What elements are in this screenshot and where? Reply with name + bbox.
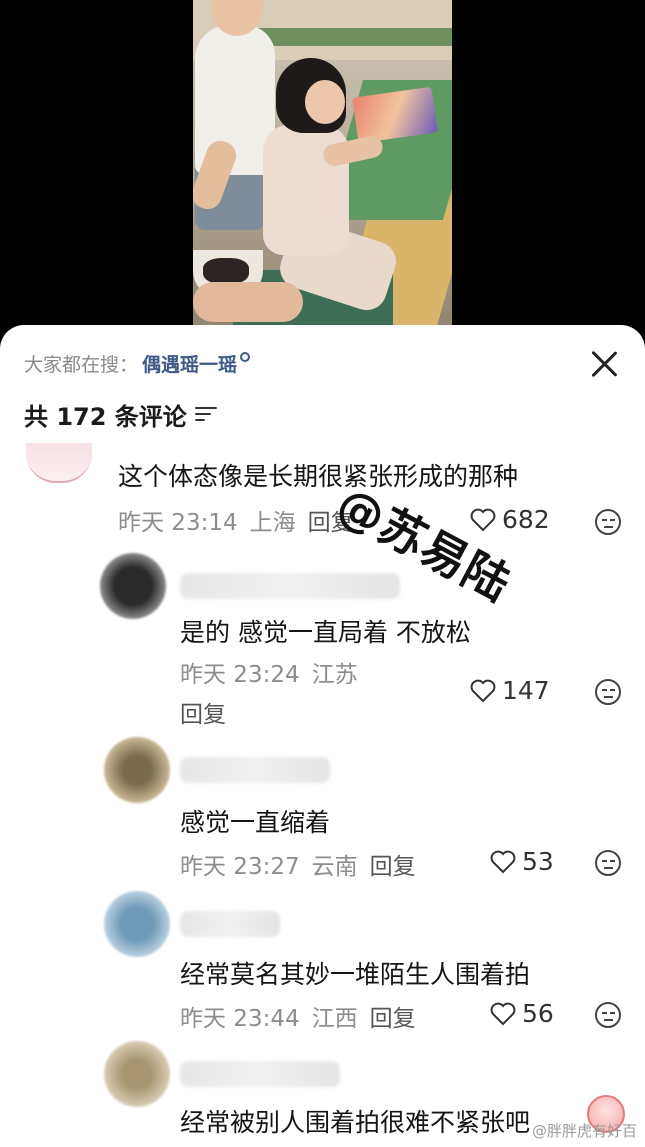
comment-meta: 昨天 23:14 上海 回复 <box>118 503 354 537</box>
like-button[interactable]: 682 <box>470 505 550 534</box>
avatar[interactable] <box>100 553 166 619</box>
dislike-icon[interactable] <box>595 1002 621 1028</box>
avatar[interactable] <box>104 891 170 957</box>
comment-text: 经常莫名其妙一堆陌生人围着拍 <box>180 960 531 989</box>
dislike-icon[interactable] <box>595 850 621 876</box>
heart-icon <box>490 1002 516 1025</box>
comment-text: 感觉一直缩着 <box>180 808 331 837</box>
dislike-icon[interactable] <box>595 679 621 705</box>
like-count: 682 <box>502 505 550 534</box>
reply-button[interactable]: 回复 <box>370 999 416 1033</box>
like-button[interactable]: 56 <box>490 999 554 1028</box>
dessert-jelly <box>203 258 249 284</box>
comment-item: 是的 感觉一直局着 不放松 昨天 23:24 江苏 回复 147 <box>0 553 645 733</box>
close-icon[interactable] <box>589 349 619 379</box>
comment-item: 经常莫名其妙一堆陌生人围着拍 昨天 23:44 江西 回复 56 <box>0 891 645 1041</box>
like-count: 53 <box>522 847 554 876</box>
search-icon <box>240 352 251 362</box>
username-blurred[interactable] <box>180 757 330 783</box>
comment-text: 是的 感觉一直局着 不放松 <box>180 618 471 647</box>
comment-location: 上海 <box>249 510 296 536</box>
heart-icon <box>470 508 496 531</box>
comment-location: 江西 <box>311 1006 358 1032</box>
username-blurred[interactable] <box>180 911 280 937</box>
comment-time: 昨天 23:44 <box>180 1006 300 1032</box>
reply-button[interactable]: 回复 <box>180 695 226 729</box>
comment-meta-reply: 回复 <box>180 695 226 729</box>
comment-count: 共 172 条评论 <box>24 402 187 431</box>
child-face <box>305 80 345 124</box>
like-button[interactable]: 147 <box>470 676 550 705</box>
video-player[interactable] <box>0 0 645 330</box>
comment-time: 昨天 23:24 <box>180 662 300 688</box>
comment-location: 云南 <box>311 854 358 880</box>
reply-button[interactable]: 回复 <box>370 847 416 881</box>
search-term-link[interactable]: 偶遇瑶一瑶 <box>142 350 237 377</box>
comment-item: 感觉一直缩着 昨天 23:27 云南 回复 53 <box>0 737 645 887</box>
search-suggestion[interactable]: 大家都在搜： 偶遇瑶一瑶 <box>24 349 251 377</box>
comment-meta: 昨天 23:44 江西 回复 <box>180 999 416 1033</box>
comment-sheet: 大家都在搜： 偶遇瑶一瑶 共 172 条评论 这个体态像是长期很紧张形成的那种 … <box>0 325 645 1147</box>
dislike-icon[interactable] <box>595 509 621 535</box>
hand <box>193 282 303 322</box>
comment-location: 江苏 <box>311 662 358 688</box>
comment-meta: 昨天 23:27 云南 回复 <box>180 847 416 881</box>
comments-header: 共 172 条评论 <box>24 397 217 431</box>
heart-icon <box>470 679 496 702</box>
video-frame[interactable] <box>193 0 452 330</box>
footer-watermark: @胖胖虎有好百 <box>531 1122 637 1140</box>
comment-text: 经常被别人围着拍很难不紧张吧 <box>180 1108 531 1137</box>
avatar[interactable] <box>104 1041 170 1107</box>
sort-icon[interactable] <box>194 405 217 423</box>
like-count: 56 <box>522 999 554 1028</box>
comment-meta: 昨天 23:24 江苏 <box>180 655 358 689</box>
avatar[interactable] <box>26 443 92 483</box>
heart-icon <box>490 850 516 873</box>
username-blurred[interactable] <box>180 573 400 599</box>
comment-text: 这个体态像是长期很紧张形成的那种 <box>118 462 519 491</box>
wall-trim <box>253 28 452 46</box>
comment-time: 昨天 23:14 <box>118 510 238 536</box>
avatar[interactable] <box>104 737 170 803</box>
search-prefix: 大家都在搜： <box>24 353 139 376</box>
comment-time: 昨天 23:27 <box>180 854 300 880</box>
username-blurred[interactable] <box>180 1061 340 1087</box>
like-button[interactable]: 53 <box>490 847 554 876</box>
comment-item: 这个体态像是长期很紧张形成的那种 昨天 23:14 上海 回复 682 <box>0 443 645 543</box>
like-count: 147 <box>502 676 550 705</box>
